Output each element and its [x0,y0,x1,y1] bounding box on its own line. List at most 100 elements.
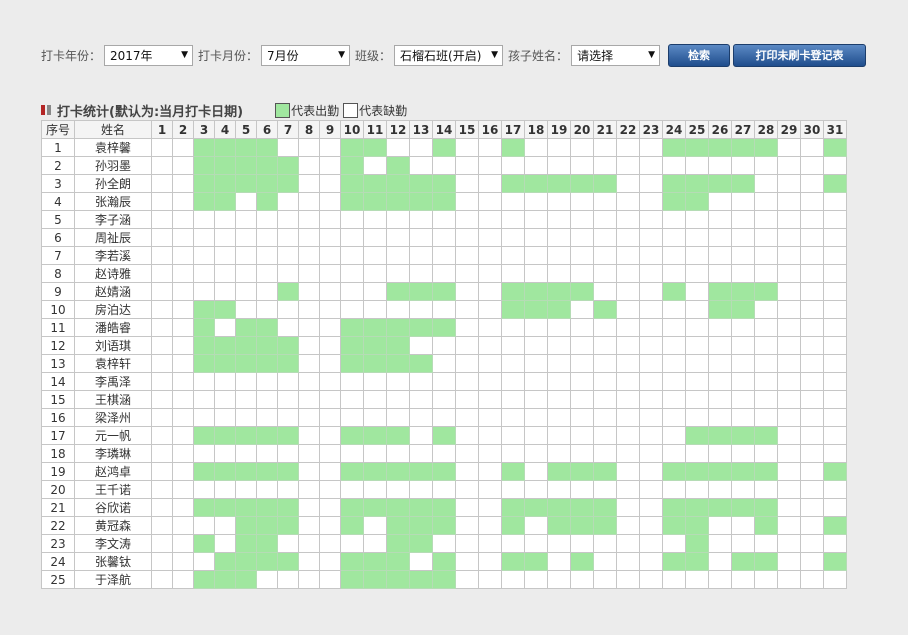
attendance-cell-absent [455,318,479,337]
attendance-cell-absent [524,426,548,445]
attendance-cell-absent [172,318,194,337]
attendance-cell-absent [172,174,194,193]
attendance-cell-absent [800,462,824,481]
attendance-cell-absent [277,570,299,589]
attendance-cell-absent [754,372,778,391]
attendance-cell-present [214,354,236,373]
attendance-cell-absent [777,498,801,517]
attendance-cell-absent [662,336,686,355]
attendance-cell-present [277,282,299,301]
child-select[interactable]: 请选择 ▼ [571,44,661,66]
month-select[interactable]: 7月份 ▼ [261,44,351,66]
attendance-cell-absent [363,408,387,427]
attendance-cell-absent [256,228,278,247]
attendance-cell-present [731,552,755,571]
attendance-cell-absent [298,156,320,175]
attendance-cell-present [524,498,548,517]
attendance-cell-absent [256,372,278,391]
attendance-cell-absent [256,210,278,229]
row-index: 10 [41,300,75,319]
attendance-cell-absent [172,552,194,571]
attendance-cell-absent [777,570,801,589]
attendance-cell-absent [455,264,479,283]
attendance-cell-absent [501,336,525,355]
attendance-cell-absent [708,444,732,463]
attendance-cell-absent [409,372,433,391]
attendance-cell-absent [319,354,341,373]
attendance-cell-absent [151,534,173,553]
attendance-cell-present [593,498,617,517]
attendance-cell-absent [685,228,709,247]
attendance-cell-absent [256,570,278,589]
header-day: 11 [363,120,387,139]
attendance-cell-present [256,318,278,337]
attendance-cell-absent [685,408,709,427]
attendance-cell-present [593,174,617,193]
attendance-cell-absent [800,516,824,535]
student-name: 王棋涵 [74,390,152,409]
attendance-cell-present [501,552,525,571]
attendance-cell-absent [319,372,341,391]
attendance-cell-present [524,552,548,571]
attendance-cell-absent [639,300,663,319]
attendance-cell-absent [386,228,410,247]
search-button[interactable]: 检索 [668,43,731,67]
attendance-cell-absent [685,480,709,499]
header-day: 31 [823,120,847,139]
attendance-cell-absent [409,390,433,409]
attendance-cell-present [570,516,594,535]
attendance-cell-absent [432,408,456,427]
attendance-cell-absent [340,282,364,301]
attendance-cell-present [685,552,709,571]
attendance-cell-absent [800,552,824,571]
attendance-cell-present [340,336,364,355]
attendance-cell-absent [685,444,709,463]
year-select[interactable]: 2017年 ▼ [104,44,194,66]
attendance-cell-absent [823,192,847,211]
table-row: 15 王棋涵 [41,390,847,409]
student-name: 谷欣诺 [74,498,152,517]
attendance-cell-absent [616,480,640,499]
attendance-cell-absent [754,228,778,247]
attendance-cell-absent [214,210,236,229]
attendance-cell-absent [731,228,755,247]
student-name: 李子涵 [74,210,152,229]
attendance-cell-absent [731,480,755,499]
attendance-cell-present [235,516,257,535]
attendance-cell-absent [277,246,299,265]
attendance-cell-present [386,318,410,337]
attendance-cell-absent [708,570,732,589]
row-index: 5 [41,210,75,229]
header-day: 7 [277,120,299,139]
attendance-cell-absent [340,246,364,265]
title-marker-icon [47,105,51,115]
attendance-cell-absent [823,246,847,265]
attendance-cell-absent [823,156,847,175]
attendance-cell-absent [172,336,194,355]
print-unswiped-button[interactable]: 打印未刷卡登记表 [733,43,867,67]
attendance-cell-absent [363,156,387,175]
attendance-cell-absent [386,300,410,319]
attendance-cell-absent [685,318,709,337]
attendance-cell-absent [478,480,502,499]
attendance-cell-absent [639,408,663,427]
header-day: 12 [386,120,410,139]
attendance-cell-absent [478,228,502,247]
class-select[interactable]: 石榴石班(开启) ▼ [394,44,504,66]
attendance-cell-absent [455,210,479,229]
header-day: 19 [547,120,571,139]
attendance-cell-present [685,516,709,535]
attendance-cell-absent [319,300,341,319]
attendance-cell-absent [298,354,320,373]
attendance-cell-present [570,552,594,571]
attendance-cell-present [708,498,732,517]
attendance-cell-absent [593,408,617,427]
table-row: 10 房泊达 [41,300,847,319]
attendance-cell-absent [319,390,341,409]
attendance-cell-absent [547,444,571,463]
attendance-cell-present [340,354,364,373]
attendance-cell-absent [754,570,778,589]
attendance-cell-absent [616,516,640,535]
student-name: 袁梓馨 [74,138,152,157]
attendance-cell-absent [777,228,801,247]
